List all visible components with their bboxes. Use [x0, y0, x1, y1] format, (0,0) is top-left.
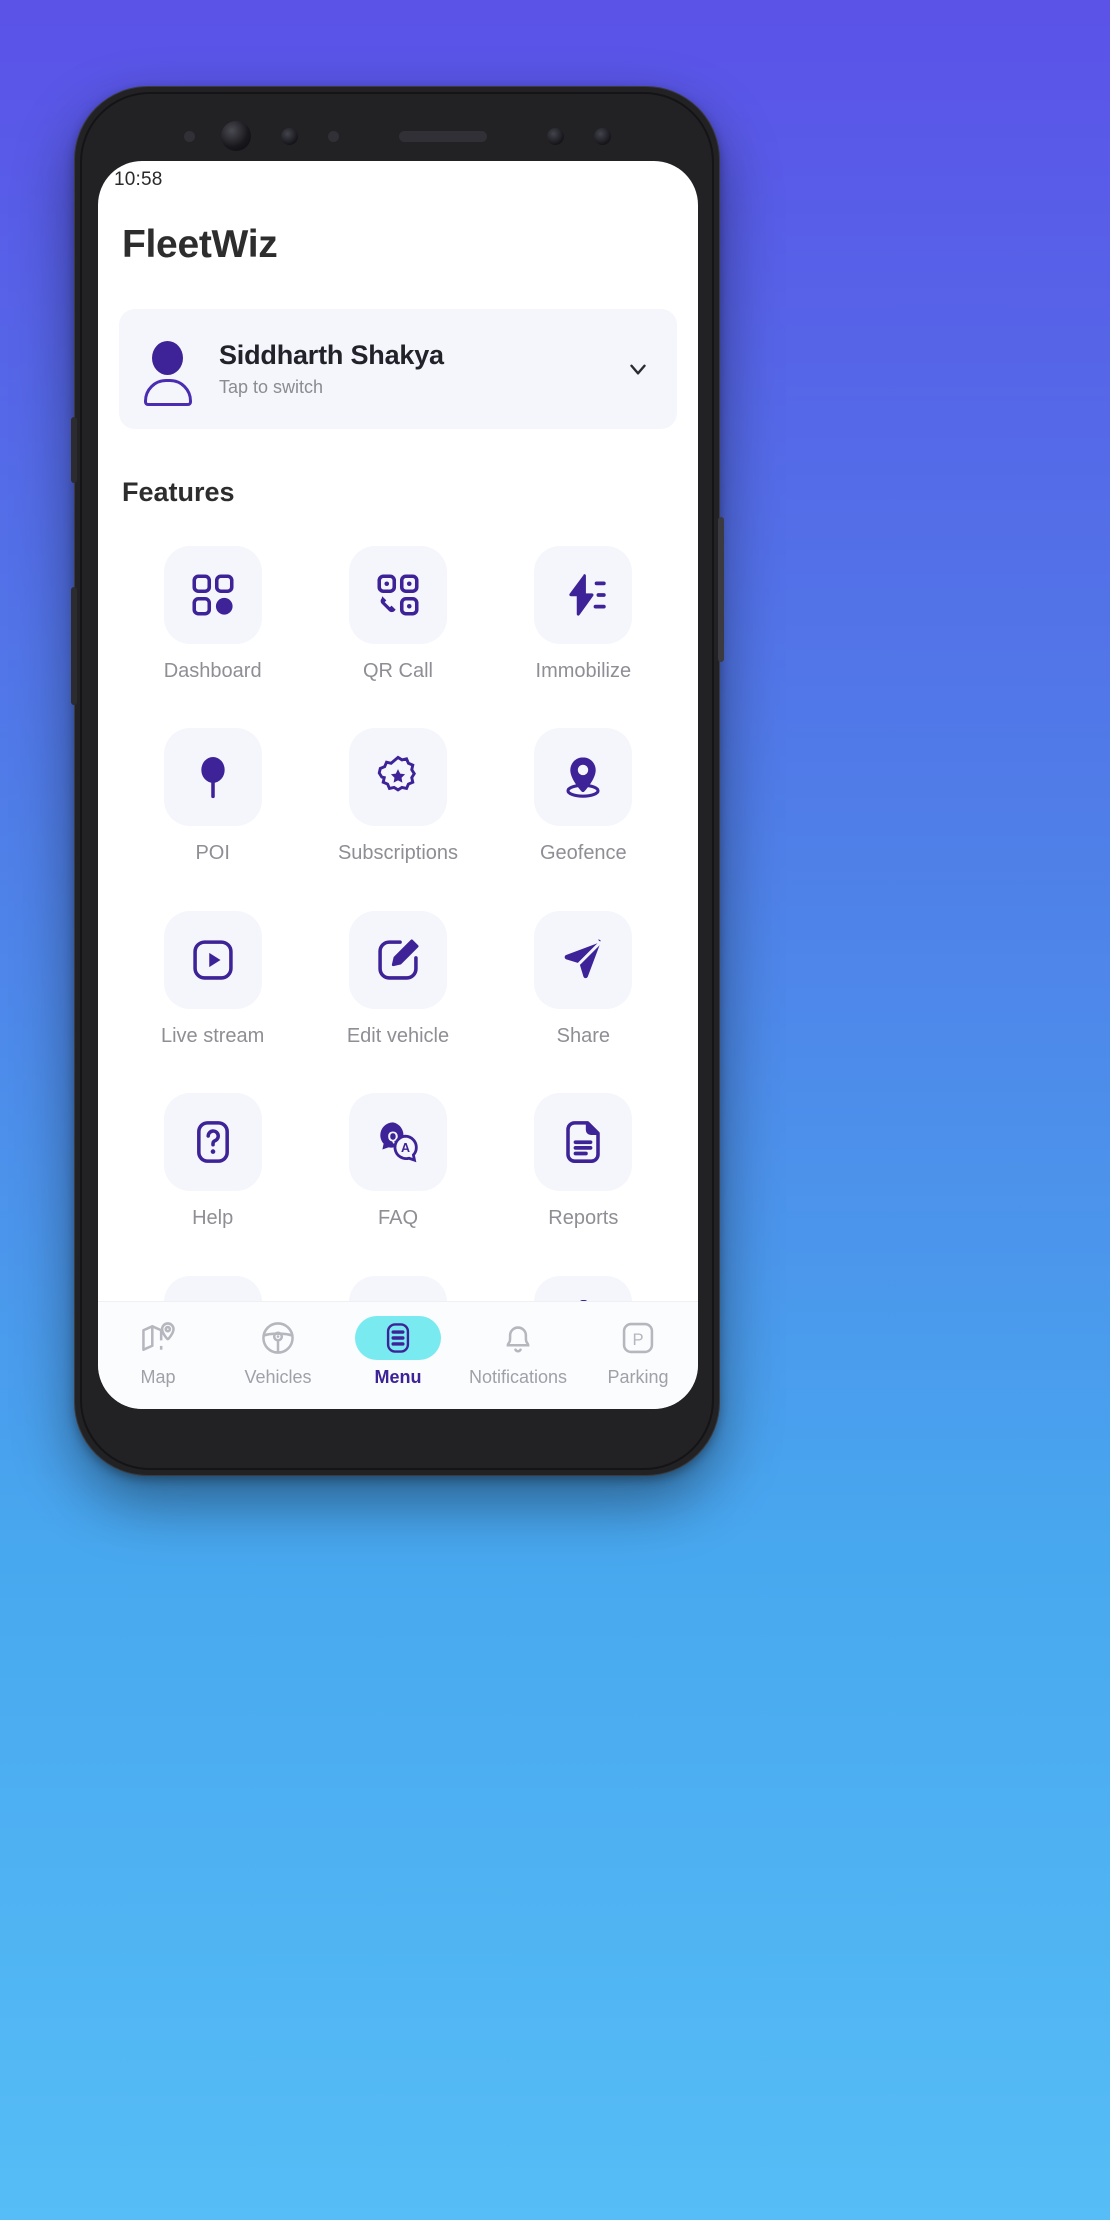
feature-label: Share	[556, 1024, 610, 1047]
tertiary-sensor-icon	[593, 127, 611, 145]
map-pin-icon	[139, 1316, 177, 1360]
light-sensor-icon	[327, 130, 339, 142]
menu-active-pill	[355, 1316, 441, 1360]
map-pin-base-icon	[534, 728, 633, 827]
pin-balloon-icon	[163, 728, 262, 827]
phone-sensor-cluster	[75, 115, 719, 157]
steering-wheel-icon	[259, 1316, 297, 1360]
phone-screen: 10:58 FleetWiz Siddharth Shakya Tap to s…	[98, 161, 698, 1409]
nav-item-menu[interactable]: Menu	[338, 1316, 458, 1388]
features-heading: Features	[122, 477, 235, 507]
bell-icon	[499, 1316, 537, 1360]
status-bar: 10:58	[98, 161, 698, 195]
feature-live-stream[interactable]: Live stream	[120, 895, 305, 1067]
qa-bubbles-icon: Q A	[348, 1093, 447, 1192]
feature-label: Immobilize	[535, 660, 632, 682]
nav-label: Map	[140, 1367, 176, 1387]
feature-label: Live stream	[160, 1024, 265, 1047]
profile-name: Siddharth Shakya	[219, 340, 444, 370]
sensor-dot-icon	[183, 130, 195, 142]
feature-label: QR Call	[362, 660, 433, 682]
bottom-navigation-bar: Map Vehicles Menu Notifications P Parkin…	[98, 1301, 698, 1409]
feature-label: Edit vehicle	[346, 1024, 450, 1047]
feature-label: Subscriptions	[337, 842, 459, 865]
feature-qr-call[interactable]: QR Call	[305, 530, 490, 702]
feature-help[interactable]: Help	[120, 1077, 305, 1249]
features-grid: Dashboard QR Call Immobilize POI Subscri…	[98, 508, 698, 1409]
feature-label: Geofence	[539, 842, 627, 865]
document-lines-icon	[534, 1093, 633, 1192]
feature-label: Help	[192, 1207, 234, 1230]
feature-geofence[interactable]: Geofence	[491, 712, 676, 884]
nav-label: Parking	[607, 1367, 669, 1387]
nav-label: Menu	[374, 1367, 422, 1387]
nav-item-parking[interactable]: P Parking	[578, 1316, 698, 1388]
feature-dashboard[interactable]: Dashboard	[120, 530, 305, 702]
lightning-bolt-icon	[534, 546, 633, 644]
parking-p-icon: P	[619, 1316, 657, 1360]
feature-faq[interactable]: Q A FAQ	[305, 1077, 490, 1249]
nav-label: Notifications	[468, 1367, 568, 1387]
nav-item-vehicles[interactable]: Vehicles	[218, 1316, 338, 1388]
feature-label: Reports	[548, 1207, 619, 1230]
feature-reports[interactable]: Reports	[491, 1077, 676, 1249]
power-button[interactable]	[718, 517, 724, 662]
feature-edit-vehicle[interactable]: Edit vehicle	[305, 895, 490, 1067]
nav-item-notifications[interactable]: Notifications	[458, 1316, 578, 1388]
person-icon	[141, 339, 195, 406]
chevron-down-icon[interactable]	[625, 356, 651, 382]
proximity-sensor-icon	[280, 127, 298, 145]
earpiece-speaker-icon	[398, 130, 487, 142]
feature-share[interactable]: Share	[491, 895, 676, 1067]
app-title: FleetWiz	[122, 223, 278, 266]
feature-subscriptions[interactable]: Subscriptions	[305, 712, 490, 884]
play-square-icon	[163, 910, 262, 1009]
qr-phone-icon	[348, 546, 447, 644]
profile-subtitle: Tap to switch	[219, 377, 324, 397]
nav-item-map[interactable]: Map	[98, 1316, 218, 1388]
profile-text-block: Siddharth Shakya Tap to switch	[195, 340, 625, 398]
nav-label: Vehicles	[244, 1367, 312, 1387]
volume-up-button[interactable]	[71, 417, 77, 483]
send-paperplane-icon	[534, 910, 633, 1009]
feature-label: POI	[195, 842, 230, 865]
feature-label: FAQ	[377, 1207, 418, 1230]
svg-text:A: A	[401, 1141, 410, 1155]
front-camera-icon	[220, 121, 251, 151]
question-square-icon	[163, 1093, 262, 1192]
list-menu-icon	[355, 1316, 441, 1360]
badge-star-icon	[348, 728, 447, 827]
status-bar-clock: 10:58	[114, 169, 163, 190]
volume-down-button[interactable]	[71, 587, 77, 705]
feature-immobilize[interactable]: Immobilize	[491, 530, 676, 702]
feature-label: Dashboard	[163, 660, 262, 682]
feature-poi[interactable]: POI	[120, 712, 305, 884]
grid-dashboard-icon	[163, 546, 262, 644]
secondary-camera-icon	[546, 127, 564, 145]
pencil-square-icon	[348, 910, 447, 1009]
profile-switch-card[interactable]: Siddharth Shakya Tap to switch	[119, 309, 677, 429]
svg-text:P: P	[632, 1330, 643, 1349]
phone-frame: 10:58 FleetWiz Siddharth Shakya Tap to s…	[71, 86, 724, 1476]
